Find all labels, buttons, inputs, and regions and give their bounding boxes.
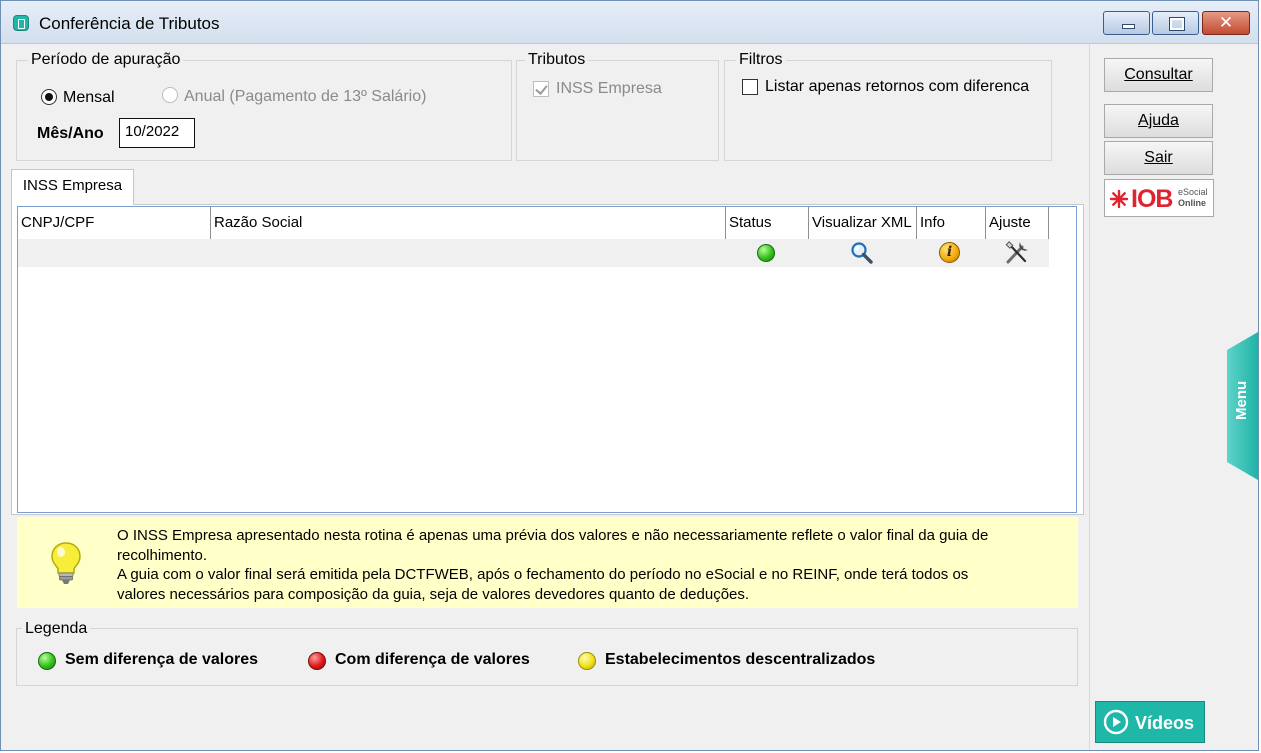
videos-label: Vídeos [1135,713,1195,733]
title-bar[interactable]: Conferência de Tributos ✕ [1,1,1258,44]
table-row[interactable]: i [18,239,1049,267]
sair-label: Sair [1144,149,1173,166]
col-status[interactable]: Status [726,207,809,239]
listar-diferenca-checkbox[interactable] [742,79,758,95]
legend-yellow-icon [578,652,596,670]
videos-button[interactable]: Vídeos [1095,701,1205,743]
listar-diferenca-label[interactable]: Listar apenas retornos com diferenca [765,78,1029,96]
conferencia-window: Conferência de Tributos ✕ Período de apu… [0,0,1259,751]
mensal-radio[interactable] [41,89,57,105]
menu-side-tab-label[interactable]: Menu [1227,381,1257,420]
ajuda-label: Ajuda [1138,112,1179,129]
col-info[interactable]: Info [917,207,986,239]
info-icon[interactable]: i [939,242,960,263]
tip-line-4: valores necessários para composição da g… [117,585,750,603]
tip-text: O INSS Empresa apresentado nesta rotina … [117,526,1067,604]
legend-green-label: Sem diferença de valores [65,651,258,668]
tip-line-2: recolhimento. [117,546,208,564]
tip-line-1: O INSS Empresa apresentado nesta rotina … [117,527,989,544]
legend-red-icon [308,652,326,670]
sair-button[interactable]: Sair [1104,141,1213,175]
inss-empresa-checkbox[interactable] [533,81,549,97]
consultar-button[interactable]: Consultar [1104,58,1213,92]
periodo-legend: Período de apuração [28,51,184,69]
col-ajuste[interactable]: Ajuste [986,207,1049,239]
anual-radio[interactable] [162,87,178,103]
status-green-icon [757,244,775,262]
maximize-button[interactable] [1152,11,1199,35]
minimize-icon [1122,24,1135,29]
legenda-legend: Legenda [22,620,91,638]
iob-line1: eSocial [1178,187,1208,197]
lightbulb-icon [51,542,81,584]
minimize-button[interactable] [1103,11,1150,35]
legend-yellow-label: Estabelecimentos descentralizados [605,651,876,668]
iob-brand: IOB [1131,185,1173,213]
view-xml-magnifier-icon[interactable] [850,241,874,265]
col-razao-social[interactable]: Razão Social [211,207,726,239]
side-divider [1089,43,1090,750]
ajuste-tools-icon[interactable] [1004,241,1030,265]
mesano-label: Mês/Ano [37,125,104,142]
col-cnpj-cpf[interactable]: CNPJ/CPF [18,207,211,239]
anual-label[interactable]: Anual (Pagamento de 13º Salário) [184,88,426,106]
periodo-group [16,60,512,161]
consultar-label: Consultar [1124,66,1193,83]
maximize-icon [1169,17,1185,31]
inss-empresa-label[interactable]: INSS Empresa [556,80,662,98]
window-title: Conferência de Tributos [39,14,220,33]
iob-line2: Online [1178,198,1207,208]
filtros-legend: Filtros [736,51,786,69]
tip-line-3: A guia com o valor final será emitida pe… [117,566,969,583]
col-visualizar-xml[interactable]: Visualizar XML [809,207,917,239]
close-icon: ✕ [1218,13,1234,33]
mensal-label[interactable]: Mensal [63,89,115,107]
play-circle-icon [1103,709,1129,735]
tab-inss-empresa[interactable]: INSS Empresa [11,169,134,205]
iob-asterisk-icon [1109,189,1129,209]
tributos-grid[interactable]: CNPJ/CPF Razão Social Status Visualizar … [17,206,1077,513]
legend-red-label: Com diferença de valores [335,651,530,668]
filtros-group [724,60,1052,161]
iob-esocial-logo-button[interactable]: IOB eSocial Online [1104,179,1214,217]
mesano-input[interactable]: 10/2022 [119,118,195,148]
ajuda-button[interactable]: Ajuda [1104,104,1213,138]
close-button[interactable]: ✕ [1202,11,1250,35]
info-tip-box: O INSS Empresa apresentado nesta rotina … [17,517,1078,608]
tributos-group [516,60,719,161]
app-icon [13,15,29,31]
legend-green-icon [38,652,56,670]
tributos-legend: Tributos [525,51,589,69]
